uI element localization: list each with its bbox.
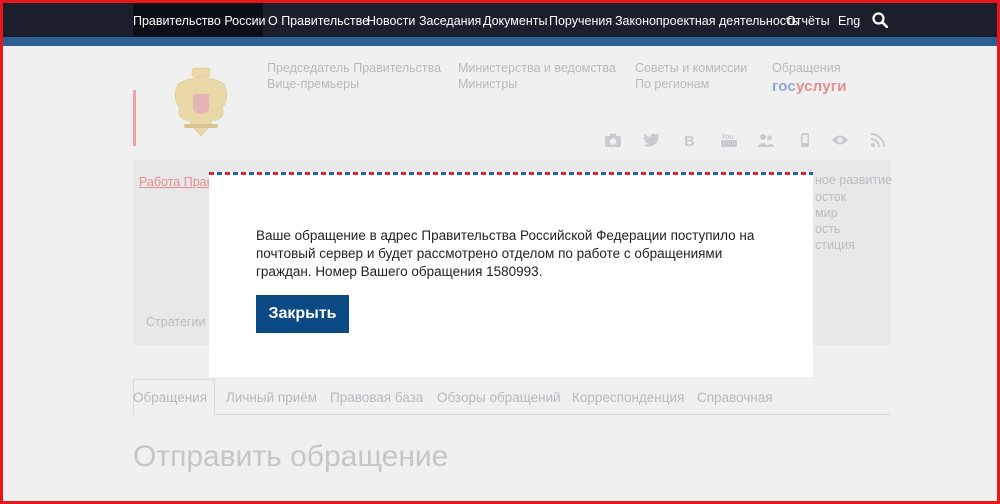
youtube-icon[interactable]: You xyxy=(720,132,738,148)
nav-item-meetings[interactable]: Заседания xyxy=(419,0,481,37)
tab-personal-reception[interactable]: Личный приём xyxy=(226,390,317,405)
page-title: Отправить обращение xyxy=(133,440,449,473)
confirmation-dialog: Ваше обращение в адрес Правительства Рос… xyxy=(209,172,813,377)
header-link-deputies[interactable]: Вице-премьеры xyxy=(267,77,359,91)
tabs-divider xyxy=(133,414,890,415)
nav-item-reports[interactable]: Отчёты xyxy=(786,0,830,37)
users-icon[interactable] xyxy=(757,132,775,148)
nav-item-orders[interactable]: Поручения xyxy=(549,0,612,37)
tab-correspondence[interactable]: Корреспонденция xyxy=(572,390,684,405)
header-link-regions[interactable]: По регионам xyxy=(635,77,709,91)
header-link-ministries[interactable]: Министерства и ведомства xyxy=(458,61,616,75)
tab-legal-base[interactable]: Правовая база xyxy=(330,390,423,405)
gosuslugi-logo[interactable]: госуслуги xyxy=(772,78,847,95)
twitter-icon[interactable] xyxy=(643,132,661,148)
panel-item-east[interactable]: осток xyxy=(815,190,846,204)
header-link-chairman[interactable]: Председатель Правительства xyxy=(267,61,441,75)
nav-item-about[interactable]: О Правительстве xyxy=(268,0,369,37)
panel-item-world[interactable]: мир xyxy=(815,206,838,220)
airmail-border xyxy=(209,172,813,175)
panel-item-development[interactable]: ное развитие xyxy=(815,173,892,187)
svg-text:B: B xyxy=(684,133,695,148)
nav-item-documents[interactable]: Документы xyxy=(483,0,547,37)
mobile-icon[interactable] xyxy=(796,132,814,148)
dialog-message: Ваше обращение в адрес Правительства Рос… xyxy=(256,228,755,279)
panel-item-security[interactable]: ость xyxy=(815,222,840,236)
rss-icon[interactable] xyxy=(870,132,888,148)
nav-item-legislation[interactable]: Законопроектная деятельность xyxy=(615,0,798,37)
vk-icon[interactable]: B xyxy=(681,132,699,148)
svg-text:You: You xyxy=(721,134,734,141)
tab-appeals[interactable]: Обращения xyxy=(133,390,207,405)
tab-reference[interactable]: Справочная xyxy=(697,390,773,405)
nav-item-news[interactable]: Новости xyxy=(367,0,415,37)
panel-link-strategies[interactable]: Стратегии xyxy=(146,315,205,329)
gosuslugi-part2: услуги xyxy=(795,78,847,95)
nav-stripe xyxy=(0,37,1000,46)
panel-item-justice[interactable]: стиция xyxy=(815,238,855,252)
top-navigation: Правительство России О Правительстве Нов… xyxy=(0,0,1000,46)
close-button[interactable]: Закрыть xyxy=(256,295,349,333)
accent-bar xyxy=(133,90,136,146)
header-link-ministers[interactable]: Министры xyxy=(458,77,517,91)
nav-item-english[interactable]: Eng xyxy=(838,0,860,37)
eye-icon[interactable] xyxy=(831,132,849,148)
coat-of-arms-icon xyxy=(174,67,228,137)
tab-appeal-reviews[interactable]: Обзоры обращений xyxy=(437,390,561,405)
header-link-councils[interactable]: Советы и комиссии xyxy=(635,61,747,75)
header-link-appeals[interactable]: Обращения xyxy=(772,61,841,75)
nav-item-government[interactable]: Правительство России xyxy=(133,0,266,37)
camera-icon[interactable] xyxy=(604,132,622,148)
search-icon[interactable] xyxy=(872,12,888,28)
gosuslugi-part1: гос xyxy=(772,78,796,95)
